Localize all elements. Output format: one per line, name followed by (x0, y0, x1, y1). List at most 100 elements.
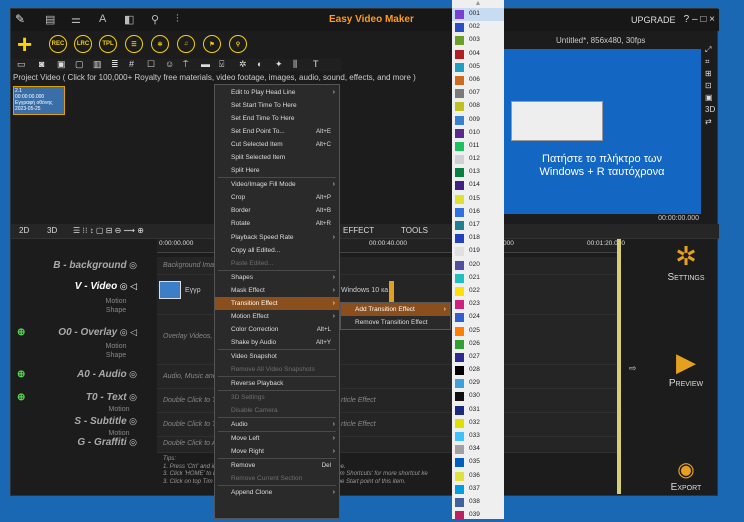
track-overlay[interactable]: O0 - Overlay ◎ ◁ (11, 327, 157, 338)
rec-button[interactable]: REC (49, 35, 67, 53)
menu-item-video-snapshot[interactable]: Video Snapshot (215, 350, 339, 363)
menu-item-copy-all-edited[interactable]: Copy all Edited... (215, 244, 339, 257)
menu-item-shake-by-audio[interactable]: Shake by Audio Alt+Y (215, 336, 339, 349)
settings-button[interactable]: ✲ Settings (651, 241, 721, 283)
menu-item-edit-to-play-head-line[interactable]: Edit to Play Head Line › (215, 86, 339, 99)
lrc-button[interactable]: LRC (74, 35, 92, 53)
timeline-end-marker[interactable] (617, 239, 621, 494)
grid-icon[interactable]: ⊞ (705, 69, 712, 78)
frame-icon[interactable]: ▣ (705, 93, 713, 102)
layout-icon[interactable]: ◧ (124, 13, 134, 26)
transition-item[interactable]: 037 (452, 483, 504, 496)
transition-item[interactable]: 012 (452, 153, 504, 166)
sticker-icon[interactable]: ☐ (147, 59, 155, 70)
snap-icon[interactable]: ⊡ (705, 81, 712, 90)
menu-item-split-selected-item[interactable]: Split Selected Item (215, 151, 339, 164)
menu-item-set-start-time-to-here[interactable]: Set Start Time To Here (215, 99, 339, 112)
tshirt-icon[interactable]: ⍌ (219, 59, 224, 70)
transition-item[interactable]: 039 (452, 509, 504, 522)
menu-item-border[interactable]: Border Alt+B (215, 204, 339, 217)
menu-item-mask-effect[interactable]: Mask Effect › (215, 284, 339, 297)
three-d-icon[interactable]: 3D (705, 105, 715, 114)
add-icon[interactable]: + (17, 31, 32, 57)
crop-icon[interactable]: ⌗ (705, 57, 710, 67)
track-overlay-sub[interactable]: Motion Shape (95, 342, 137, 360)
transition-item[interactable]: 015 (452, 193, 504, 206)
search-icon[interactable]: ⚲ (151, 13, 159, 26)
tab-3d[interactable]: 3D (47, 226, 57, 235)
menu-item-video-image-fill-mode[interactable]: Video/Image Fill Mode › (215, 178, 339, 191)
track-text-sub[interactable]: Motion (101, 405, 137, 414)
tpl-button[interactable]: TPL (99, 35, 117, 53)
equalizer-icon[interactable]: ⫼ (293, 59, 297, 70)
transition-item[interactable]: 021 (452, 272, 504, 285)
transition-item[interactable]: 022 (452, 285, 504, 298)
menu-item-cut-selected-item[interactable]: Cut Selected Item Alt+C (215, 138, 339, 151)
transition-item[interactable]: 035 (452, 456, 504, 469)
magnifier-icon[interactable]: ⚲ (229, 35, 247, 53)
preview-button[interactable]: ▶ Preview (651, 347, 721, 389)
transition-item[interactable]: 011 (452, 140, 504, 153)
menu-item-reverse-playback[interactable]: Reverse Playback (215, 377, 339, 390)
media-icon[interactable]: ▭ (17, 59, 26, 70)
transition-item[interactable]: 004 (452, 48, 504, 61)
menu-item-color-correction[interactable]: Color Correction Alt+L (215, 323, 339, 336)
tab-tools[interactable]: TOOLS (401, 226, 428, 235)
transition-item[interactable]: 016 (452, 206, 504, 219)
arrow-right-icon[interactable]: ⇨ (629, 363, 637, 374)
menu-item-append-clone[interactable]: Append Clone › (215, 486, 339, 499)
window-controls[interactable]: ? – □ × (684, 14, 715, 25)
transition-item[interactable]: 026 (452, 338, 504, 351)
transition-item[interactable]: 019 (452, 245, 504, 258)
transition-item[interactable]: 010 (452, 127, 504, 140)
menu-item-remove-transition-effect[interactable]: Remove Transition Effect (341, 316, 450, 329)
timeline-tool-icons[interactable]: ☰ ⁝⁝ ↕ ▢ ⊟ ⊖ ⟿ ⊕ (73, 226, 144, 235)
brush-icon[interactable]: ⍑ (183, 59, 188, 70)
track-background[interactable]: B - background ◎ (11, 260, 157, 271)
fit-icon[interactable]: ⤢ (705, 45, 711, 55)
menu-item-crop[interactable]: Crop Alt+P (215, 191, 339, 204)
upgrade-button[interactable]: UPGRADE (631, 15, 676, 25)
shirt-icon[interactable]: ⚑ (203, 35, 221, 53)
transition-item[interactable]: 029 (452, 377, 504, 390)
transition-item[interactable]: 032 (452, 417, 504, 430)
menu-item-add-transition-effect[interactable]: Add Transition Effect › (341, 303, 450, 317)
clip-thumbnail[interactable] (159, 281, 181, 299)
export-button[interactable]: ◉ Export (651, 457, 721, 493)
media-thumbnail[interactable]: 2.1 00:00:00.000 Εγγραφή οθόνης 2023-05-… (13, 86, 65, 115)
music-icon[interactable]: ♫ (177, 35, 195, 53)
tools-icon[interactable]: ⚌ (71, 13, 81, 26)
transition-item[interactable]: 007 (452, 87, 504, 100)
film-icon[interactable]: ▣ (57, 59, 66, 70)
transition-item[interactable]: 024 (452, 311, 504, 324)
menu-item-split-here[interactable]: Split Here (215, 164, 339, 177)
book-icon[interactable]: ▥ (93, 59, 102, 70)
menu-item-transition-effect[interactable]: Transition Effect › (215, 296, 339, 310)
camera-icon[interactable]: ◙ (39, 59, 44, 69)
transition-item[interactable]: 009 (452, 114, 504, 127)
transition-item[interactable]: 017 (452, 219, 504, 232)
transition-item[interactable]: 020 (452, 259, 504, 272)
menu-item-shapes[interactable]: Shapes › (215, 271, 339, 284)
tab-effect[interactable]: EFFECT (343, 226, 374, 235)
title-icon[interactable]: T (313, 59, 319, 69)
menu-item-motion-effect[interactable]: Motion Effect › (215, 310, 339, 323)
doc-icon[interactable]: ≣ (111, 59, 119, 70)
track-text[interactable]: T0 - Text ◎ (11, 392, 157, 403)
chart-icon[interactable]: ⫶ (176, 13, 179, 26)
project-video-label[interactable]: Project Video ( Click for 100,000+ Royal… (13, 73, 416, 82)
menu-item-set-end-point-to[interactable]: Set End Point To... Alt+E (215, 125, 339, 138)
transition-item[interactable]: 008 (452, 100, 504, 113)
transition-item[interactable]: 034 (452, 443, 504, 456)
menu-item-remove[interactable]: Remove Del (215, 459, 339, 472)
transition-item[interactable]: 028 (452, 364, 504, 377)
smile-icon[interactable]: ☺ (165, 59, 174, 69)
menu-item-move-right[interactable]: Move Right › (215, 445, 339, 458)
transition-item[interactable]: 023 (452, 298, 504, 311)
track-graffiti[interactable]: G - Graffiti ◎ (11, 437, 157, 448)
transition-item[interactable]: 033 (452, 430, 504, 443)
menu-item-move-left[interactable]: Move Left › (215, 432, 339, 445)
transition-item[interactable]: 031 (452, 404, 504, 417)
swap-icon[interactable]: ⇄ (705, 117, 712, 126)
menu-item-playback-speed-rate[interactable]: Playback Speed Rate › (215, 231, 339, 244)
